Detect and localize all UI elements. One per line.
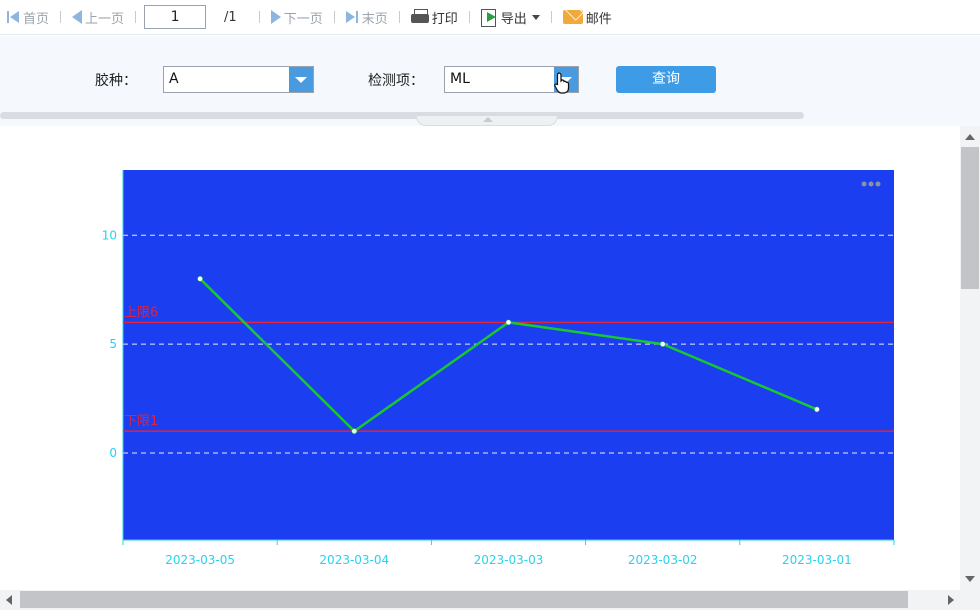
y-tick-label: 10 [102, 228, 117, 242]
scroll-down-icon[interactable] [965, 576, 975, 582]
next-page-button[interactable]: 下一页 [268, 5, 326, 29]
first-page-button[interactable]: 首页 [4, 5, 52, 29]
query-button[interactable]: 查询 [616, 66, 716, 93]
last-page-button[interactable]: 末页 [343, 5, 391, 29]
toolbar-separator [60, 11, 62, 23]
y-tick-label: 0 [109, 446, 117, 460]
scrollbar-corner [960, 590, 980, 610]
line-chart: 0 5 10 2023-03-05 2023-03-04 2023-03-03 2023-0… [102, 170, 895, 567]
toolbar-separator [135, 11, 137, 23]
mark-line-label: 上限6 [124, 305, 158, 320]
scroll-up-icon[interactable] [965, 134, 975, 140]
data-point [197, 276, 203, 282]
toolbar-separator [468, 11, 470, 23]
mail-label: 邮件 [585, 11, 612, 27]
toolbar-separator [398, 11, 400, 23]
next-page-label: 下一页 [283, 11, 323, 27]
prev-page-label: 上一页 [85, 11, 125, 27]
data-point [351, 428, 358, 434]
test-item-label: 检测项： [368, 73, 424, 89]
panel-scrollbar[interactable] [0, 112, 804, 119]
mail-button[interactable]: 邮件 [560, 5, 615, 29]
caret-down-icon [531, 14, 540, 20]
mail-icon [562, 10, 583, 24]
y-tick-label: 5 [109, 337, 117, 351]
plot-background [123, 170, 894, 540]
mark-line-label: 下限1 [124, 414, 158, 429]
export-button[interactable]: 导出 [478, 5, 543, 29]
horizontal-scrollbar[interactable] [0, 590, 960, 610]
rubber-type-label: 胶种： [95, 73, 137, 89]
prev-page-button[interactable]: 上一页 [69, 5, 127, 29]
last-page-icon [345, 10, 359, 24]
more-dots-icon [875, 181, 881, 187]
parameter-panel: 胶种： A 检测项： ML 查询 [0, 36, 980, 126]
toolbar-separator [333, 11, 335, 23]
rubber-type-value: A [169, 71, 179, 87]
next-page-icon [270, 10, 281, 24]
export-label: 导出 [500, 11, 527, 27]
scroll-right-icon[interactable] [948, 595, 954, 605]
vertical-scroll-thumb[interactable] [961, 147, 979, 289]
rubber-type-select[interactable]: A [163, 66, 314, 93]
toolbar-separator [550, 11, 552, 23]
page-total: /1 [224, 9, 237, 25]
more-dots-icon [861, 181, 867, 187]
last-page-label: 末页 [361, 11, 388, 27]
x-tick-label: 2023-03-05 [165, 553, 235, 567]
report-toolbar: 首页 上一页 /1 下一页 末页 打印 导出 邮件 [0, 0, 980, 35]
print-icon [410, 9, 429, 25]
prev-page-icon [72, 10, 83, 24]
page-number-input[interactable] [144, 5, 207, 29]
x-tick-label: 2023-03-01 [782, 553, 852, 567]
horizontal-scroll-thumb[interactable] [20, 591, 908, 608]
more-dots-icon [868, 181, 874, 187]
report-content: 0 5 10 2023-03-05 2023-03-04 2023-03-03 2023-0… [0, 126, 960, 590]
x-tick-label: 2023-03-02 [628, 553, 698, 567]
data-point [505, 319, 512, 326]
hand-cursor-icon [554, 72, 570, 94]
toolbar-separator [258, 11, 260, 23]
data-point [659, 341, 666, 347]
chevron-down-icon[interactable] [289, 67, 313, 92]
data-point [814, 406, 820, 413]
vertical-scrollbar[interactable] [960, 126, 980, 590]
print-button[interactable]: 打印 [408, 5, 461, 29]
test-item-value: ML [450, 71, 470, 87]
scroll-left-icon[interactable] [6, 595, 12, 605]
x-tick-label: 2023-03-04 [319, 553, 389, 567]
first-page-icon [7, 10, 20, 24]
first-page-label: 首页 [23, 11, 50, 27]
collapse-panel-toggle[interactable] [416, 116, 558, 126]
print-label: 打印 [431, 11, 458, 27]
export-icon [480, 8, 498, 27]
x-tick-label: 2023-03-03 [474, 553, 544, 567]
